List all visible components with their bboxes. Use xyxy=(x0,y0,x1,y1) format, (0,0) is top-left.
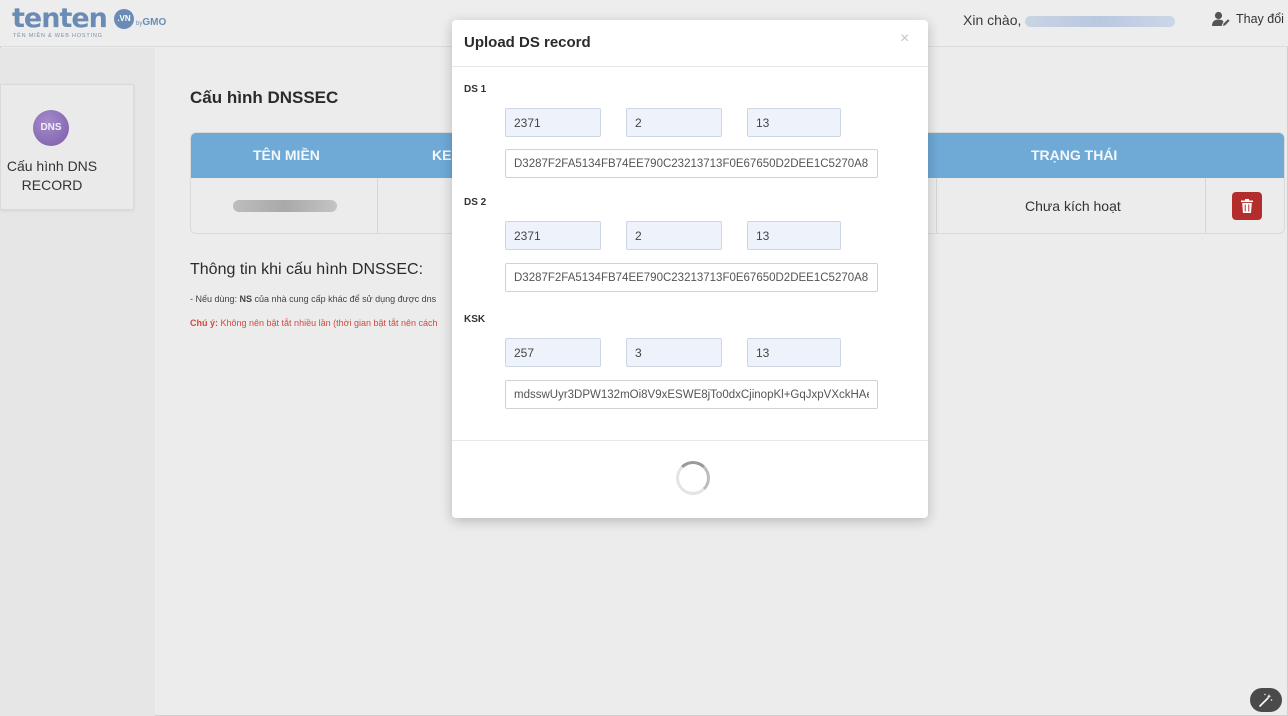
modal-title: Upload DS record xyxy=(464,34,591,51)
magic-wand-button[interactable] xyxy=(1250,688,1282,712)
modal-footer-divider xyxy=(452,440,928,441)
ksk-flags-input[interactable] xyxy=(505,338,601,367)
loading-spinner-icon xyxy=(676,461,710,495)
ds2-label: DS 2 xyxy=(464,197,487,208)
ds2-digest-input[interactable] xyxy=(505,263,878,292)
ds1-digest-type-input[interactable] xyxy=(747,108,841,137)
ds1-algorithm-input[interactable] xyxy=(626,108,722,137)
ds1-label: DS 1 xyxy=(464,84,487,95)
magic-wand-icon xyxy=(1259,693,1273,707)
ksk-public-key-input[interactable] xyxy=(505,380,878,409)
close-icon[interactable]: × xyxy=(900,30,909,48)
ds2-algorithm-input[interactable] xyxy=(626,221,722,250)
ds1-digest-input[interactable] xyxy=(505,149,878,178)
ksk-algorithm-input[interactable] xyxy=(747,338,841,367)
ksk-label: KSK xyxy=(464,314,486,325)
ds1-key-tag-input[interactable] xyxy=(505,108,601,137)
ksk-protocol-input[interactable] xyxy=(626,338,722,367)
ds2-key-tag-input[interactable] xyxy=(505,221,601,250)
modal-header: Upload DS record × xyxy=(452,20,928,67)
ds2-digest-type-input[interactable] xyxy=(747,221,841,250)
upload-ds-record-modal: Upload DS record × DS 1 DS 2 KSK xyxy=(452,20,928,518)
